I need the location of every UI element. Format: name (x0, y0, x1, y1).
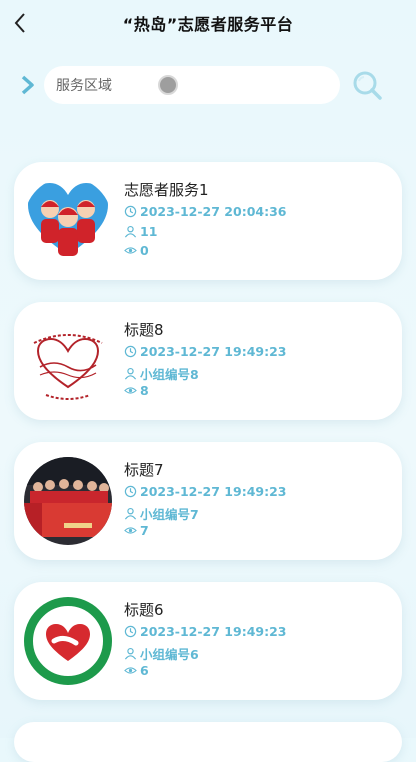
search-row (0, 64, 416, 110)
clock-icon (124, 345, 137, 358)
item-views: 0 (124, 243, 149, 258)
item-group: 11 (124, 224, 157, 239)
user-icon (124, 507, 137, 520)
chevron-right-icon[interactable] (18, 73, 38, 97)
header-bar: “热岛”志愿者服务平台 (0, 0, 416, 44)
page-title: “热岛”志愿者服务平台 (122, 15, 294, 34)
item-group: 小组编号7 (124, 504, 199, 523)
user-icon (124, 225, 137, 238)
search-field (44, 66, 340, 106)
search-input[interactable] (54, 66, 258, 106)
eye-icon (124, 527, 137, 534)
list-item[interactable]: 志愿者服务1 2023-12-27 20:04:36 11 0 (14, 162, 402, 280)
clock-icon (124, 625, 137, 638)
user-icon (124, 367, 137, 380)
item-thumbnail (24, 317, 112, 405)
eye-icon (124, 667, 137, 674)
item-title: 标题8 (124, 321, 164, 339)
item-title: 标题6 (124, 601, 164, 619)
clock-icon (124, 205, 137, 218)
list-item[interactable]: 标题7 2023-12-27 19:49:23 小组编号7 7 (14, 442, 402, 560)
item-time: 2023-12-27 19:49:23 (124, 624, 287, 639)
item-group: 小组编号8 (124, 364, 199, 383)
list-item-partial[interactable] (14, 722, 402, 762)
toggle-knob[interactable] (158, 75, 178, 95)
eye-icon (124, 247, 137, 254)
item-group: 小组编号6 (124, 644, 199, 663)
item-time: 2023-12-27 19:49:23 (124, 484, 287, 499)
item-time: 2023-12-27 19:49:23 (124, 344, 287, 359)
item-thumbnail (24, 457, 112, 545)
clock-icon (124, 485, 137, 498)
user-icon (124, 647, 137, 660)
item-views: 6 (124, 663, 149, 678)
eye-icon (124, 387, 137, 394)
item-views: 7 (124, 523, 149, 538)
item-title: 标题7 (124, 461, 164, 479)
item-time: 2023-12-27 20:04:36 (124, 204, 287, 219)
search-icon[interactable] (350, 68, 384, 102)
item-title: 志愿者服务1 (124, 181, 209, 199)
item-views: 8 (124, 383, 149, 398)
item-thumbnail (24, 177, 112, 265)
list-item[interactable]: 标题6 2023-12-27 19:49:23 小组编号6 6 (14, 582, 402, 700)
item-thumbnail (24, 597, 112, 685)
list-item[interactable]: 标题8 2023-12-27 19:49:23 小组编号8 8 (14, 302, 402, 420)
service-list: 志愿者服务1 2023-12-27 20:04:36 11 0 标题8 2023… (14, 162, 402, 722)
